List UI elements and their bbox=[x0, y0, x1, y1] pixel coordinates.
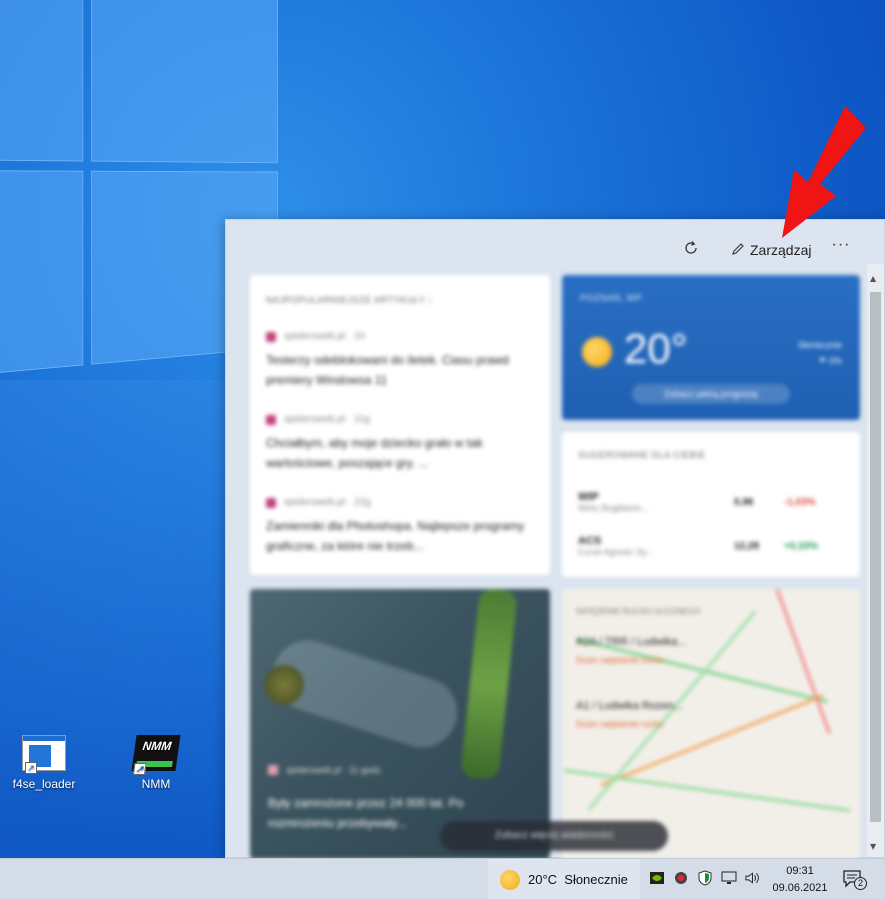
source-logo-icon bbox=[266, 497, 276, 508]
article-image bbox=[460, 589, 518, 781]
app-tray-icon[interactable] bbox=[672, 869, 689, 886]
route-status: Duże natężenie ruchu bbox=[576, 719, 664, 729]
refresh-icon[interactable] bbox=[680, 237, 702, 259]
route-name: A1 / Ludwika Rozen... bbox=[576, 700, 684, 712]
taskbar-weather-button[interactable]: 20°C Słonecznie bbox=[488, 859, 640, 899]
scroll-down-icon[interactable]: ▼ bbox=[870, 842, 876, 851]
sun-icon bbox=[500, 869, 520, 890]
news-and-interests-panel: Zarządzaj ··· NAJPOPULARNIEJSZE ARTYKUŁY… bbox=[225, 219, 885, 859]
stock-name: Cursit Agrosic Sy... bbox=[578, 546, 654, 557]
volume-icon[interactable] bbox=[744, 869, 761, 886]
stock-symbol: ACS bbox=[578, 534, 602, 547]
list-item[interactable]: spidersweb.pl · 1h Testerzy odeblokowani… bbox=[266, 331, 534, 390]
stock-change: -1,03% bbox=[784, 496, 816, 508]
notification-count: 2 bbox=[854, 877, 867, 890]
nmm-badge-text: NMM bbox=[141, 739, 173, 753]
pencil-icon bbox=[731, 242, 745, 259]
desktop-icon-label: NMM bbox=[141, 777, 171, 791]
sun-icon bbox=[582, 337, 612, 367]
network-icon[interactable] bbox=[720, 869, 737, 886]
weather-precipitation: ☂ 0% bbox=[818, 356, 842, 366]
clock-time: 09:31 bbox=[786, 865, 814, 877]
stock-name: Wirtu Bugiliamo... bbox=[578, 502, 649, 513]
full-forecast-link[interactable]: Zobacz pełną prognozę bbox=[632, 384, 790, 404]
article-source-text: spidersweb.pl · 11 godz. bbox=[286, 765, 383, 775]
scroll-up-icon[interactable]: ▲ bbox=[870, 274, 876, 283]
stock-row[interactable]: ACS Cursit Agrosic Sy... 12,28 +0,33% bbox=[578, 524, 844, 568]
traffic-route[interactable]: A1 / Ludwika Rozen... Duże natężenie ruc… bbox=[576, 697, 846, 733]
stock-symbol: WIP bbox=[578, 490, 599, 503]
stock-value: 0,96 bbox=[734, 496, 754, 508]
weather-location: POZNAŃ, WP bbox=[580, 293, 643, 303]
stock-row[interactable]: WIP Wirtu Bugiliamo... 0,96 -1,03% bbox=[578, 480, 844, 524]
taskbar-weather-text: 20°C Słonecznie bbox=[528, 872, 628, 887]
traffic-map-card[interactable]: NATĘŻENIE RUCHU ULICZNEGO A2A / TRR / Lu… bbox=[562, 589, 860, 859]
weather-card[interactable]: POZNAŃ, WP 20° Słonecznie ☂ 0% Zobacz pe… bbox=[562, 275, 860, 420]
stocks-card[interactable]: SUGEROWANE DLA CIEBIE WIP Wirtu Bugiliamo… bbox=[562, 432, 860, 577]
nvidia-icon[interactable] bbox=[648, 869, 665, 886]
news-source: spidersweb.pl · 1h bbox=[284, 331, 366, 342]
photo-article-card[interactable]: spidersweb.pl · 11 godz. Były zamrożone … bbox=[250, 589, 550, 859]
taskbar-clock[interactable]: 09:31 09.06.2021 bbox=[770, 863, 830, 897]
stock-value: 12,28 bbox=[734, 540, 760, 552]
news-source: spidersweb.pl · 11g bbox=[284, 414, 370, 425]
desktop-icon-nmm[interactable]: NMM ↗ NMM bbox=[121, 735, 191, 791]
stocks-header: SUGEROWANE DLA CIEBIE bbox=[578, 450, 706, 460]
weather-details: Słonecznie ☂ 0% bbox=[798, 337, 842, 369]
traffic-header: NATĘŻENIE RUCHU ULICZNEGO bbox=[576, 607, 701, 616]
f4se-app-icon: ↗ bbox=[22, 735, 66, 774]
list-item[interactable]: spidersweb.pl · 11g Chciałbym, aby moje … bbox=[266, 414, 534, 473]
source-logo-icon bbox=[266, 331, 276, 342]
top-stories-header[interactable]: NAJPOPULARNIEJSZE ARTYKUŁY › bbox=[266, 295, 534, 305]
news-title: Zamienniki dla Photoshopa. Najlepsze pro… bbox=[266, 519, 525, 553]
shortcut-arrow-icon: ↗ bbox=[132, 763, 147, 775]
list-item[interactable]: spidersweb.pl · 22g Zamienniki dla Photo… bbox=[266, 497, 534, 556]
clock-date: 09.06.2021 bbox=[772, 882, 828, 894]
weather-temperature: 20° bbox=[624, 325, 688, 372]
notification-center-icon[interactable]: 2 bbox=[842, 869, 868, 891]
taskbar: 20°C Słonecznie 09:31 09.06.2021 2 bbox=[0, 858, 885, 899]
news-title: Testerzy odeblokowani do iletek. Ciasu p… bbox=[266, 353, 509, 387]
route-status: Duże natężenie ruchu bbox=[576, 655, 664, 665]
shield-icon[interactable] bbox=[696, 869, 713, 886]
more-news-button[interactable]: Zobacz więcej wiadomości bbox=[440, 821, 668, 851]
scroll-thumb[interactable] bbox=[870, 292, 881, 822]
source-logo-icon bbox=[268, 765, 278, 775]
desktop-icon-f4se-loader[interactable]: ↗ f4se_loader bbox=[9, 735, 79, 791]
manage-label: Zarządzaj bbox=[750, 242, 812, 258]
route-name: A2A / TRR / Ludwika... bbox=[576, 636, 687, 648]
source-logo-icon bbox=[266, 414, 276, 425]
red-annotation-arrow-icon bbox=[782, 106, 866, 238]
article-source: spidersweb.pl · 11 godz. bbox=[268, 765, 383, 775]
traffic-route[interactable]: A2A / TRR / Ludwika... Duże natężenie ru… bbox=[576, 633, 846, 669]
system-tray bbox=[648, 869, 761, 886]
stock-change: +0,33% bbox=[784, 540, 819, 552]
news-title: Chciałbym, aby moje dziecko grało w tak … bbox=[266, 436, 483, 470]
top-stories-card[interactable]: NAJPOPULARNIEJSZE ARTYKUŁY › spidersweb.… bbox=[250, 275, 550, 575]
shortcut-arrow-icon: ↗ bbox=[25, 762, 37, 774]
nmm-app-icon: NMM ↗ bbox=[131, 735, 181, 775]
scrollbar[interactable]: ▲ ▼ bbox=[867, 264, 884, 857]
weather-condition: Słonecznie bbox=[797, 340, 842, 350]
desktop-icon-label: f4se_loader bbox=[12, 777, 76, 791]
news-source: spidersweb.pl · 22g bbox=[284, 497, 371, 508]
